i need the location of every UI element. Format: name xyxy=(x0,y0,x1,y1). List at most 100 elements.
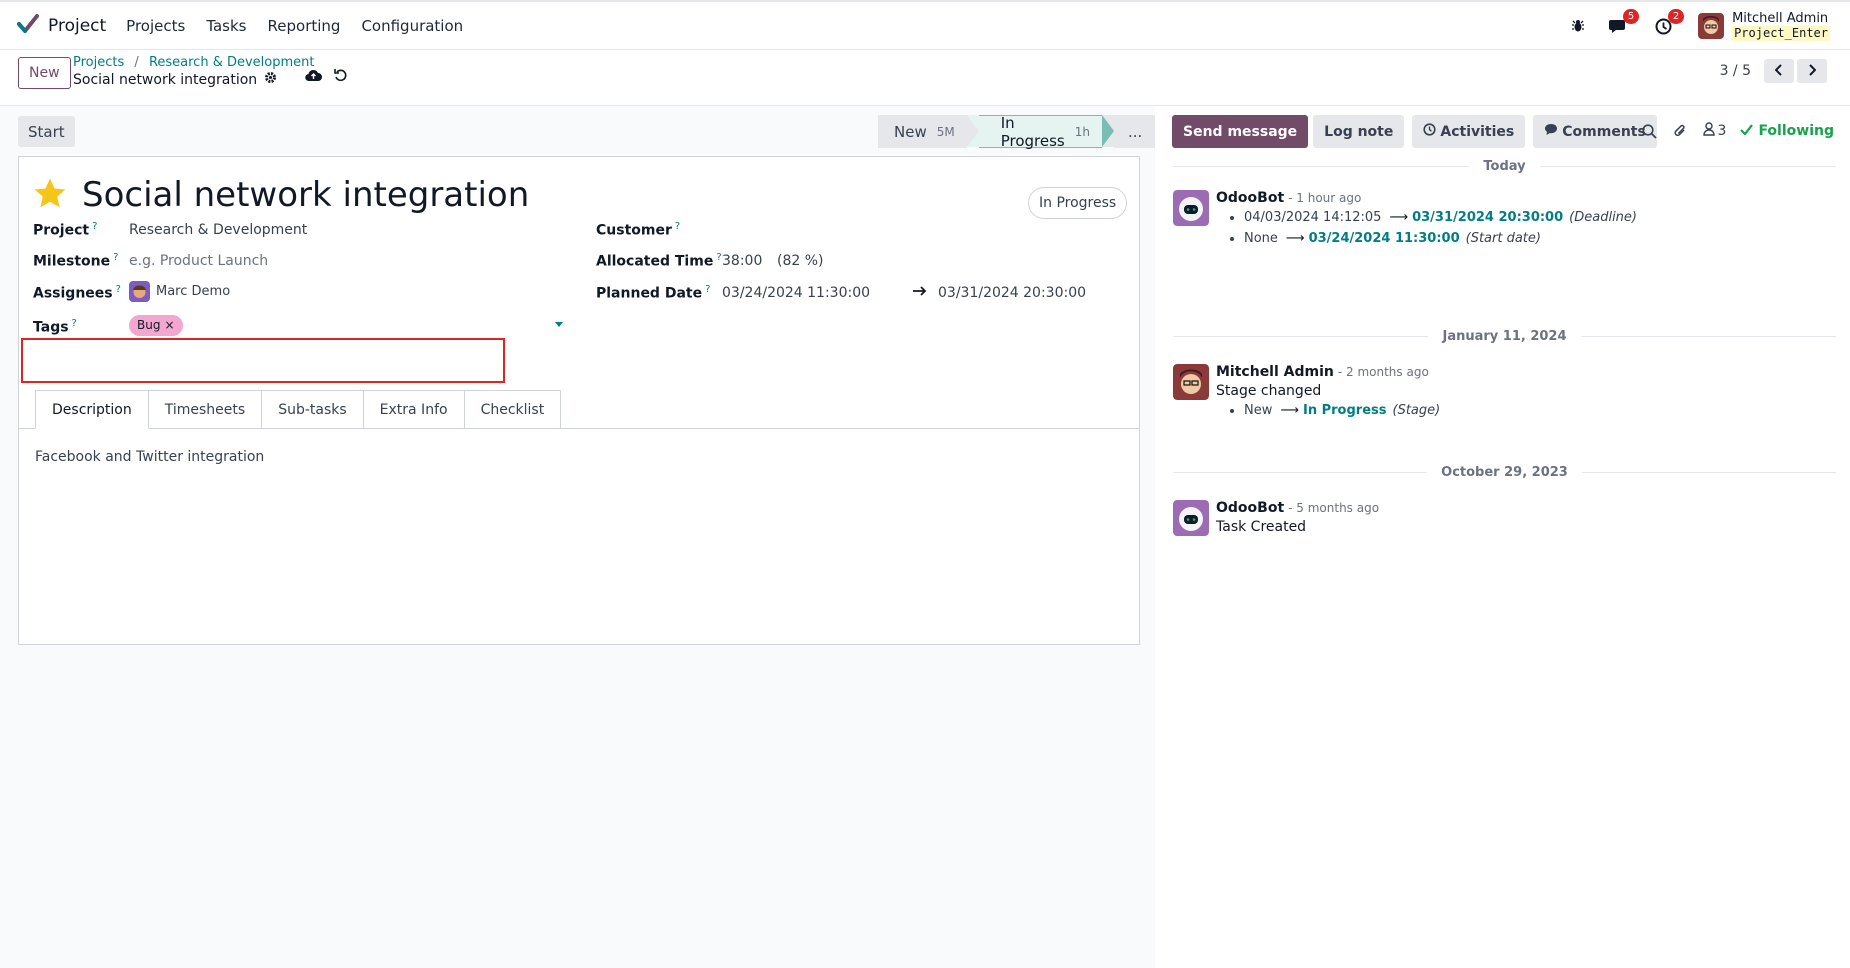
message-text: Stage changed xyxy=(1216,383,1322,399)
message-author[interactable]: OdooBot xyxy=(1216,500,1284,516)
checkmark-logo-icon xyxy=(16,12,40,40)
avatar[interactable] xyxy=(1173,500,1209,536)
assignees-label: Assignees? xyxy=(33,284,121,302)
avatar[interactable] xyxy=(1173,364,1209,400)
tag-bug[interactable]: Bug × xyxy=(129,315,183,336)
message: OdooBot - 1 hour ago 04/03/2024 14:12:05 ⟶… xyxy=(1173,190,1813,252)
pager-value[interactable]: 3 / 5 xyxy=(1720,63,1751,79)
search-icon[interactable] xyxy=(1641,123,1657,139)
breadcrumb: Projects / Research & Development Social… xyxy=(73,55,314,88)
description-editor[interactable]: Facebook and Twitter integration xyxy=(35,449,264,465)
help-mark[interactable]: ? xyxy=(716,252,721,263)
message-author[interactable]: Mitchell Admin xyxy=(1216,364,1334,380)
message-author[interactable]: OdooBot xyxy=(1216,190,1284,206)
avatar[interactable] xyxy=(1173,190,1209,226)
clock-icon xyxy=(1423,123,1440,140)
user-name: Mitchell Admin xyxy=(1732,11,1829,26)
allocated-time-field[interactable]: 38:00 xyxy=(722,253,762,269)
tag-label: Bug xyxy=(137,318,161,332)
stage-more-button[interactable]: ... xyxy=(1113,115,1157,148)
following-label: Following xyxy=(1758,123,1834,139)
arrow-right-icon xyxy=(912,284,928,302)
tags-dropdown-caret-icon[interactable] xyxy=(555,322,563,327)
arrow-right-icon: ⟶ xyxy=(1280,403,1299,418)
breadcrumb-current: Social network integration xyxy=(73,71,258,88)
user-menu[interactable]: Mitchell Admin Project_Enter xyxy=(1698,11,1830,41)
breadcrumb-separator: / xyxy=(134,55,139,70)
star-icon[interactable] xyxy=(33,177,67,214)
milestone-field[interactable]: e.g. Product Launch xyxy=(129,253,268,269)
notebook-tabs: Description Timesheets Sub-tasks Extra I… xyxy=(35,390,562,429)
tracking-item: New ⟶ In Progress (Stage) xyxy=(1244,403,1813,418)
date-separator: October 29, 2023 xyxy=(1173,462,1837,482)
brand[interactable]: Project xyxy=(16,12,126,40)
breadcrumb-project[interactable]: Research & Development xyxy=(149,55,315,70)
customer-label: Customer? xyxy=(596,221,680,239)
stage-divider xyxy=(966,115,979,147)
database-name: Project_Enter xyxy=(1732,26,1830,41)
followers-count: 3 xyxy=(1717,123,1727,139)
help-mark[interactable]: ? xyxy=(705,284,710,295)
chat-bubble-icon[interactable]: 5 xyxy=(1609,9,1640,34)
help-mark[interactable]: ? xyxy=(92,221,97,232)
tab-extra-info[interactable]: Extra Info xyxy=(363,390,465,429)
chatter-topbar-right: 3 Following xyxy=(1626,122,1834,140)
breadcrumb-projects[interactable]: Projects xyxy=(73,55,124,70)
stage-label: In Progress xyxy=(1000,113,1065,150)
task-title[interactable]: Social network integration xyxy=(82,175,529,215)
chatter-actions: Send message Log note Activities Comment… xyxy=(1172,115,1665,148)
paperclip-icon[interactable] xyxy=(1673,123,1687,139)
avatar xyxy=(1698,13,1725,39)
send-message-button[interactable]: Send message xyxy=(1172,115,1309,148)
status-badge[interactable]: In Progress xyxy=(1028,187,1128,219)
date-separator: Today xyxy=(1173,156,1837,176)
pager-previous-button[interactable] xyxy=(1764,59,1794,83)
help-mark[interactable]: ? xyxy=(116,284,121,295)
bug-icon[interactable] xyxy=(1571,19,1585,33)
tracking-old: None xyxy=(1244,231,1278,246)
clock-icon[interactable]: 2 xyxy=(1655,8,1685,35)
planned-start-field[interactable]: 03/24/2024 11:30:00 xyxy=(722,285,870,301)
following-button[interactable]: Following xyxy=(1740,123,1834,139)
gear-icon[interactable] xyxy=(264,71,277,88)
date-separator: January 11, 2024 xyxy=(1173,326,1837,346)
start-button[interactable]: Start xyxy=(18,116,75,147)
planned-end-field[interactable]: 03/31/2024 20:30:00 xyxy=(938,285,1086,301)
tags-label-text: Tags xyxy=(33,319,69,336)
menu-configuration[interactable]: Configuration xyxy=(361,17,463,35)
stage-new[interactable]: New 5M xyxy=(878,115,967,148)
help-mark[interactable]: ? xyxy=(72,318,77,329)
tracking-item: None ⟶03/24/2024 11:30:00 (Start date) xyxy=(1244,231,1813,246)
app-name[interactable]: Project xyxy=(48,16,106,36)
undo-icon[interactable] xyxy=(334,68,348,86)
followers-button[interactable]: 3 xyxy=(1702,122,1727,140)
tab-description[interactable]: Description xyxy=(35,390,149,429)
stage-in-progress[interactable]: In Progress 1h xyxy=(978,113,1102,150)
check-icon xyxy=(1740,123,1758,139)
form-sheet: Social network integration In Progress P… xyxy=(18,156,1140,645)
cloud-upload-icon[interactable] xyxy=(305,68,322,86)
project-label: Project? xyxy=(33,221,97,239)
activities-button[interactable]: Activities xyxy=(1412,115,1526,148)
stage-statusbar: New 5M In Progress 1h ... xyxy=(878,113,1157,150)
message: Mitchell Admin - 2 months ago Stage chang… xyxy=(1173,364,1813,424)
new-button[interactable]: New xyxy=(18,57,71,89)
tab-checklist[interactable]: Checklist xyxy=(464,390,562,429)
tag-remove-icon[interactable]: × xyxy=(164,318,174,332)
project-field[interactable]: Research & Development xyxy=(129,222,307,238)
arrow-right-icon: ⟶ xyxy=(1285,231,1305,246)
help-mark[interactable]: ? xyxy=(675,221,680,232)
assignees-field[interactable]: Marc Demo xyxy=(129,281,230,302)
help-mark[interactable]: ? xyxy=(113,252,118,263)
menu-tasks[interactable]: Tasks xyxy=(206,17,246,35)
arrow-right-icon: ⟶ xyxy=(1389,210,1409,225)
planned-date-label-text: Planned Date xyxy=(596,285,703,302)
tab-sub-tasks[interactable]: Sub-tasks xyxy=(262,390,364,429)
message-time: - 2 months ago xyxy=(1337,365,1429,379)
log-note-button[interactable]: Log note xyxy=(1313,115,1405,148)
menu-projects[interactable]: Projects xyxy=(126,17,185,35)
form-area: Start New 5M In Progress 1h ... Social n… xyxy=(0,106,1157,968)
tab-timesheets[interactable]: Timesheets xyxy=(148,390,263,429)
menu-reporting[interactable]: Reporting xyxy=(268,17,341,35)
pager-next-button[interactable] xyxy=(1797,59,1827,83)
